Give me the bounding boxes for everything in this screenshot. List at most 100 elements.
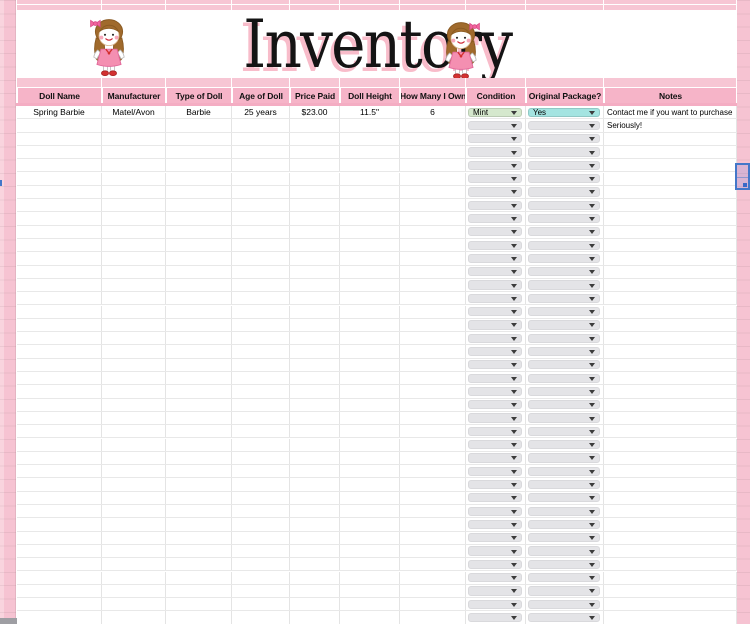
chevron-down-icon[interactable] (589, 243, 595, 248)
cell-condition[interactable] (466, 558, 526, 571)
chevron-down-icon[interactable] (589, 323, 595, 328)
chevron-down-icon[interactable] (589, 163, 595, 168)
chevron-down-icon[interactable] (511, 376, 517, 381)
cell-height[interactable] (340, 478, 400, 491)
cell-manufacturer[interactable] (102, 145, 166, 159)
cell-doll_name[interactable] (17, 212, 102, 225)
chevron-down-icon[interactable] (511, 336, 517, 341)
cell-price[interactable] (290, 305, 340, 318)
cell-quantity[interactable] (400, 305, 466, 318)
cell-age[interactable] (232, 544, 290, 558)
cell-age[interactable] (232, 252, 290, 265)
original_package-dropdown[interactable] (528, 280, 600, 290)
chevron-down-icon[interactable] (589, 576, 595, 581)
cell-manufacturer[interactable] (102, 265, 166, 278)
original_package-dropdown[interactable] (528, 320, 600, 330)
chevron-down-icon[interactable] (589, 177, 595, 182)
chevron-down-icon[interactable] (511, 350, 517, 355)
cell-original_package[interactable] (526, 278, 604, 292)
cell-doll_name[interactable] (17, 531, 102, 544)
cell-type[interactable] (166, 159, 232, 172)
chevron-down-icon[interactable] (511, 589, 517, 594)
cell-doll_name[interactable] (17, 598, 102, 611)
cell-manufacturer[interactable] (102, 398, 166, 411)
cell-type[interactable] (166, 611, 232, 624)
cell-original_package[interactable] (526, 292, 604, 305)
cell-manufacturer[interactable] (102, 292, 166, 305)
cell-height[interactable] (340, 372, 400, 385)
cell-height[interactable] (340, 265, 400, 278)
cell-doll_name[interactable] (17, 558, 102, 571)
cell-doll_name[interactable] (17, 385, 102, 398)
cell-doll_name[interactable] (17, 584, 102, 598)
cell-type[interactable] (166, 358, 232, 371)
condition-dropdown[interactable] (468, 506, 522, 516)
cell-quantity[interactable] (400, 239, 466, 252)
cell-notes[interactable] (604, 465, 737, 478)
chevron-down-icon[interactable] (511, 177, 517, 182)
cell-notes[interactable] (604, 531, 737, 544)
condition-dropdown[interactable] (468, 267, 522, 277)
cell-quantity[interactable] (400, 372, 466, 385)
cell-manufacturer[interactable] (102, 119, 166, 132)
cell-age[interactable] (232, 451, 290, 465)
chevron-down-icon[interactable] (589, 389, 595, 394)
cell-doll_name[interactable] (17, 199, 102, 212)
cell-condition[interactable] (466, 345, 526, 358)
cell-original_package[interactable] (526, 318, 604, 332)
cell-manufacturer[interactable] (102, 491, 166, 504)
cell-height[interactable]: 11.5" (340, 106, 400, 119)
cell-notes[interactable] (604, 385, 737, 398)
cell-notes[interactable] (604, 332, 737, 345)
cell-age[interactable] (232, 172, 290, 185)
original_package-dropdown[interactable] (528, 307, 600, 317)
cell-quantity[interactable]: 6 (400, 106, 466, 119)
cell-price[interactable] (290, 598, 340, 611)
cell-manufacturer[interactable] (102, 518, 166, 531)
chevron-down-icon[interactable] (511, 536, 517, 541)
cell-condition[interactable] (466, 372, 526, 385)
cell-doll_name[interactable] (17, 491, 102, 504)
condition-dropdown[interactable] (468, 134, 522, 144)
cell-notes[interactable] (604, 159, 737, 172)
selection-fill-handle[interactable] (743, 183, 747, 187)
cell-condition[interactable] (466, 239, 526, 252)
cell-original_package[interactable] (526, 518, 604, 531)
chevron-down-icon[interactable] (511, 296, 517, 301)
cell-notes[interactable] (604, 212, 737, 225)
cell-original_package[interactable] (526, 212, 604, 225)
cell-manufacturer[interactable] (102, 598, 166, 611)
cell-price[interactable] (290, 505, 340, 518)
cell-doll_name[interactable] (17, 278, 102, 292)
cell-doll_name[interactable] (17, 172, 102, 185)
original_package-dropdown[interactable] (528, 519, 600, 530)
chevron-down-icon[interactable] (589, 123, 595, 128)
original_package-dropdown[interactable] (528, 213, 600, 224)
cell-doll_name[interactable] (17, 332, 102, 345)
condition-dropdown[interactable] (468, 599, 522, 609)
cell-quantity[interactable] (400, 252, 466, 265)
cell-condition[interactable] (466, 172, 526, 185)
cell-price[interactable] (290, 145, 340, 159)
cell-height[interactable] (340, 518, 400, 531)
cell-notes[interactable]: Seriously! (604, 119, 737, 132)
cell-height[interactable] (340, 505, 400, 518)
cell-quantity[interactable] (400, 558, 466, 571)
cell-doll_name[interactable] (17, 159, 102, 172)
chevron-down-icon[interactable] (589, 376, 595, 381)
cell-original_package[interactable] (526, 505, 604, 518)
cell-quantity[interactable] (400, 385, 466, 398)
cell-quantity[interactable] (400, 518, 466, 531)
original_package-dropdown[interactable] (528, 493, 600, 503)
cell-doll_name[interactable] (17, 465, 102, 478)
cell-notes[interactable] (604, 239, 737, 252)
cell-price[interactable] (290, 491, 340, 504)
chevron-down-icon[interactable] (589, 190, 595, 195)
cell-doll_name[interactable] (17, 265, 102, 278)
cell-age[interactable] (232, 332, 290, 345)
cell-height[interactable] (340, 239, 400, 252)
cell-height[interactable] (340, 385, 400, 398)
cell-notes[interactable] (604, 438, 737, 451)
cell-height[interactable] (340, 212, 400, 225)
original_package-dropdown[interactable] (528, 612, 600, 623)
